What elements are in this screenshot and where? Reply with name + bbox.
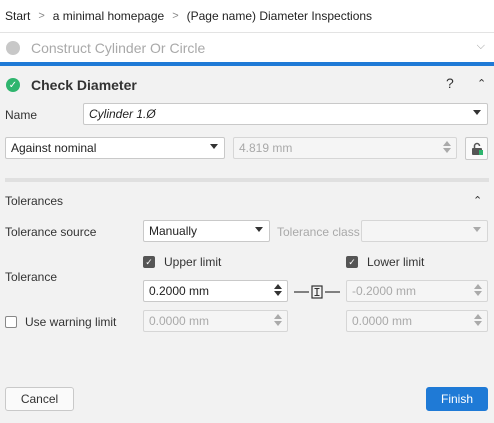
chevron-down-icon: [210, 144, 218, 149]
warning-limit-toggle[interactable]: Use warning limit: [5, 315, 116, 329]
warning-upper-value: 0.0000 mm: [149, 314, 210, 328]
breadcrumb-start[interactable]: Start: [5, 9, 30, 23]
upper-limit-value: 0.2000 mm: [149, 284, 210, 298]
stepper-icon: [443, 141, 451, 153]
chevron-right-icon: >: [172, 10, 179, 22]
section-divider: [5, 178, 489, 182]
stepper-icon: [474, 284, 482, 296]
tolerance-source-select[interactable]: Manually: [143, 220, 270, 242]
step-construct-title: Construct Cylinder Or Circle: [31, 39, 206, 56]
mode-select[interactable]: Against nominal: [5, 137, 225, 159]
stepper-icon: [274, 314, 282, 326]
warning-upper-input[interactable]: 0.0000 mm: [143, 310, 288, 332]
upper-limit-toggle[interactable]: ✓ Upper limit: [143, 255, 221, 269]
lower-limit-checkbox[interactable]: ✓: [346, 256, 358, 268]
mode-value: Against nominal: [11, 141, 97, 155]
name-select[interactable]: Cylinder 1.Ø: [83, 103, 488, 125]
lock-button[interactable]: [465, 137, 488, 160]
step-check-title: Check Diameter: [31, 77, 137, 93]
lock-icon: [471, 142, 483, 155]
nominal-value: 4.819 mm: [239, 141, 293, 155]
chevron-down-icon[interactable]: ⌵: [477, 40, 485, 53]
warning-lower-value: 0.0000 mm: [352, 314, 413, 328]
chevron-up-icon[interactable]: ⌃: [473, 194, 482, 207]
breadcrumb-current: (Page name) Diameter Inspections: [186, 9, 373, 23]
breadcrumb: Start > a minimal homepage > (Page name)…: [0, 0, 494, 32]
upper-limit-label: Upper limit: [164, 255, 222, 269]
step-construct-cylinder[interactable]: Construct Cylinder Or Circle ⌵: [0, 32, 494, 62]
chevron-down-icon: [473, 227, 481, 232]
lower-limit-value: -0.2000 mm: [352, 284, 417, 298]
status-dot-icon: [6, 40, 20, 55]
name-label: Name: [5, 108, 38, 122]
chevron-up-icon[interactable]: ⌃: [477, 77, 486, 90]
tolerance-class-select[interactable]: [361, 220, 488, 242]
chevron-down-icon: [255, 227, 263, 232]
lower-limit-input[interactable]: -0.2000 mm: [346, 280, 488, 302]
finish-button[interactable]: Finish: [426, 387, 488, 411]
chevron-down-icon: [473, 110, 481, 115]
tolerances-title: Tolerances: [5, 194, 64, 208]
warning-lower-input[interactable]: 0.0000 mm: [346, 310, 488, 332]
lower-limit-label: Lower limit: [367, 255, 425, 269]
check-icon: ✓: [6, 78, 20, 92]
nominal-input[interactable]: 4.819 mm: [233, 137, 457, 159]
upper-limit-checkbox[interactable]: ✓: [143, 256, 155, 268]
symmetric-link-icon: [294, 285, 340, 299]
symmetric-link-button[interactable]: [292, 285, 342, 299]
name-value: Cylinder 1.Ø: [89, 107, 156, 121]
lower-limit-toggle[interactable]: ✓ Lower limit: [346, 255, 424, 269]
tolerance-source-label: Tolerance source: [5, 225, 97, 239]
tolerance-source-value: Manually: [149, 224, 198, 238]
breadcrumb-homepage[interactable]: a minimal homepage: [53, 9, 164, 23]
warning-limit-checkbox[interactable]: [5, 316, 17, 328]
warning-limit-label: Use warning limit: [25, 315, 117, 329]
tolerance-label: Tolerance: [5, 270, 58, 284]
upper-limit-input[interactable]: 0.2000 mm: [143, 280, 288, 302]
step-check-diameter[interactable]: ✓ Check Diameter ? ⌃: [0, 72, 494, 98]
tolerance-class-label: Tolerance class: [277, 225, 360, 239]
stepper-icon: [474, 314, 482, 326]
cancel-button[interactable]: Cancel: [5, 387, 74, 411]
stepper-icon: [274, 284, 282, 296]
chevron-right-icon: >: [38, 10, 45, 22]
help-icon[interactable]: ?: [446, 75, 454, 91]
